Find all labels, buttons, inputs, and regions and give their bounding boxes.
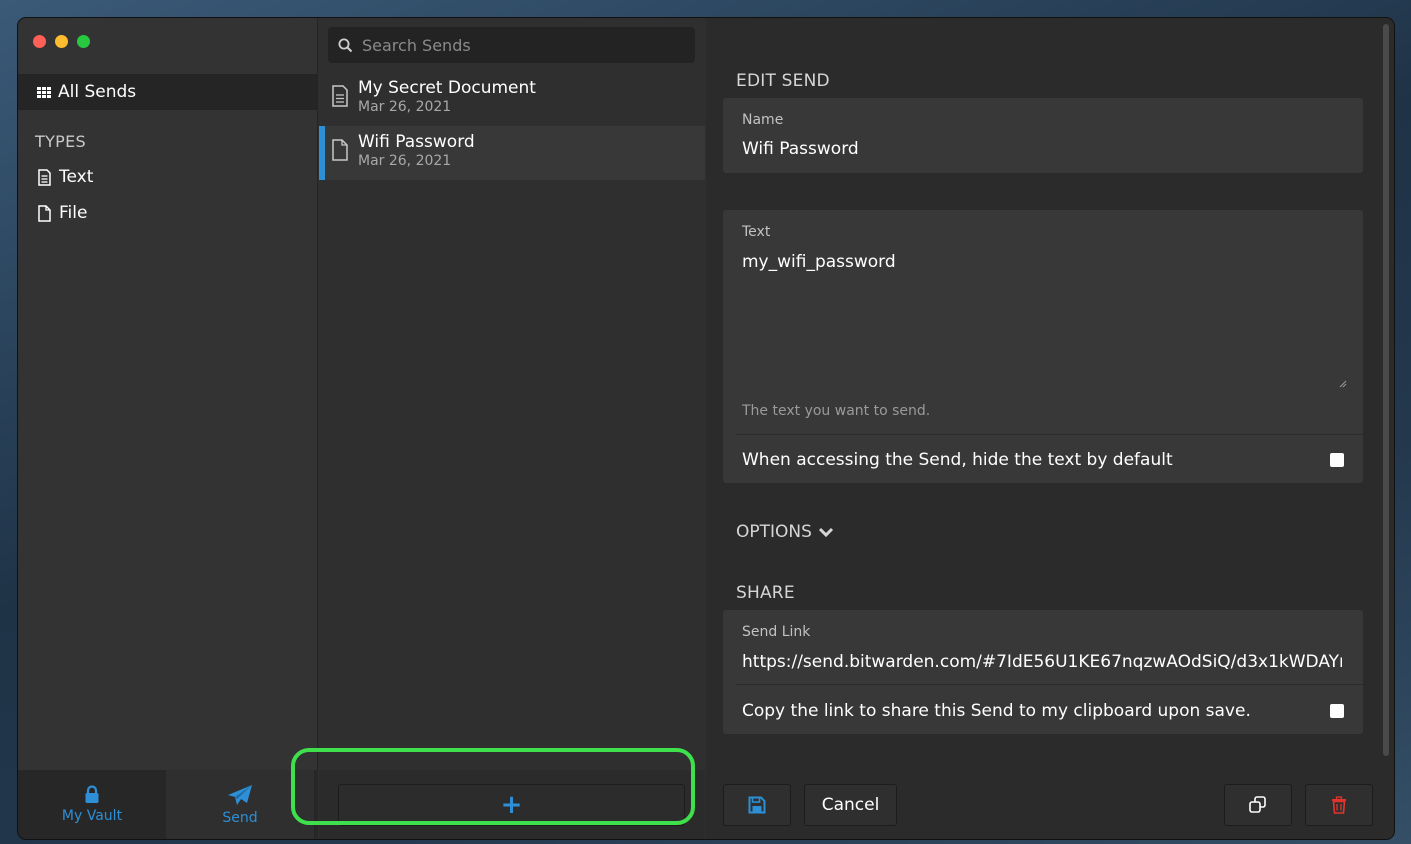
save-icon: [748, 796, 766, 814]
options-label: OPTIONS: [736, 522, 812, 542]
tab-label: My Vault: [61, 808, 123, 824]
save-button[interactable]: [723, 784, 791, 826]
list-item[interactable]: My Secret Document Mar 26, 2021: [319, 72, 705, 126]
sidebar: All Sends TYPES Text File: [18, 18, 318, 770]
cancel-button[interactable]: Cancel: [804, 784, 897, 826]
window-controls: [33, 35, 90, 48]
tab-label: Send: [222, 809, 258, 826]
name-input[interactable]: Wifi Password: [742, 139, 859, 159]
delete-button[interactable]: [1305, 784, 1373, 826]
send-link-value[interactable]: https://send.bitwarden.com/#7IdE56U1KE67…: [742, 652, 1342, 672]
divider: [736, 684, 1363, 685]
app-window: All Sends TYPES Text File My Vault Send …: [18, 18, 1394, 839]
text-textarea[interactable]: my_wifi_password: [742, 252, 896, 272]
sidebar-item-file[interactable]: File: [37, 203, 87, 223]
tab-send[interactable]: Send: [166, 770, 314, 839]
send-date: Mar 26, 2021: [358, 153, 452, 169]
hide-text-label: When accessing the Send, hide the text b…: [742, 450, 1173, 470]
name-label: Name: [742, 112, 784, 128]
name-field-box[interactable]: Name Wifi Password: [723, 98, 1363, 173]
edit-send-header: EDIT SEND: [736, 71, 830, 91]
list-item[interactable]: Wifi Password Mar 26, 2021: [319, 126, 705, 180]
send-name: My Secret Document: [358, 78, 536, 98]
sidebar-item-label: All Sends: [58, 82, 137, 102]
search-input[interactable]: [362, 35, 682, 55]
sidebar-item-text[interactable]: Text: [37, 167, 93, 187]
zoom-window-button[interactable]: [77, 35, 90, 48]
add-send-button[interactable]: +: [338, 784, 685, 826]
share-header: SHARE: [736, 583, 795, 603]
paper-plane-icon: [228, 784, 252, 805]
divider: [736, 434, 1363, 435]
copy-icon: [1249, 796, 1266, 813]
copy-link-checkbox[interactable]: [1330, 704, 1344, 718]
bottom-tab-bar: My Vault Send: [18, 770, 318, 839]
resize-grip-icon[interactable]: [1339, 380, 1347, 388]
types-header: TYPES: [35, 132, 86, 151]
text-doc-icon: [332, 85, 348, 107]
sidebar-item-label: Text: [59, 167, 94, 187]
text-doc-icon: [38, 168, 51, 186]
sends-list-pane: My Secret Document Mar 26, 2021 Wifi Pas…: [319, 18, 705, 770]
copy-link-button[interactable]: [1224, 784, 1292, 826]
chevron-down-icon: [818, 527, 833, 537]
trash-icon: [1332, 796, 1346, 814]
search-box[interactable]: [328, 27, 695, 63]
scrollbar[interactable]: [1383, 24, 1389, 756]
text-hint: The text you want to send.: [742, 403, 931, 419]
text-label: Text: [742, 224, 771, 240]
list-footer: +: [319, 770, 705, 839]
edit-footer: Cancel: [706, 770, 1394, 839]
copy-link-label: Copy the link to share this Send to my c…: [742, 701, 1251, 721]
send-link-label: Send Link: [742, 624, 811, 640]
search-icon: [338, 38, 353, 52]
file-icon: [332, 139, 348, 161]
grid-icon: [37, 86, 51, 98]
send-name: Wifi Password: [358, 132, 475, 152]
file-icon: [38, 204, 51, 222]
share-box: Send Link https://send.bitwarden.com/#7I…: [723, 610, 1363, 734]
lock-icon: [85, 785, 99, 803]
options-toggle[interactable]: OPTIONS: [736, 522, 834, 542]
text-field-box: Text my_wifi_password The text you want …: [723, 210, 1363, 483]
minimize-window-button[interactable]: [55, 35, 68, 48]
tab-my-vault[interactable]: My Vault: [18, 770, 166, 839]
hide-text-checkbox[interactable]: [1330, 453, 1344, 467]
sidebar-item-label: File: [59, 203, 88, 223]
edit-pane: EDIT SEND Name Wifi Password Text my_wif…: [706, 18, 1394, 770]
send-date: Mar 26, 2021: [358, 99, 452, 115]
sidebar-item-all-sends[interactable]: All Sends: [18, 74, 318, 110]
close-window-button[interactable]: [33, 35, 46, 48]
